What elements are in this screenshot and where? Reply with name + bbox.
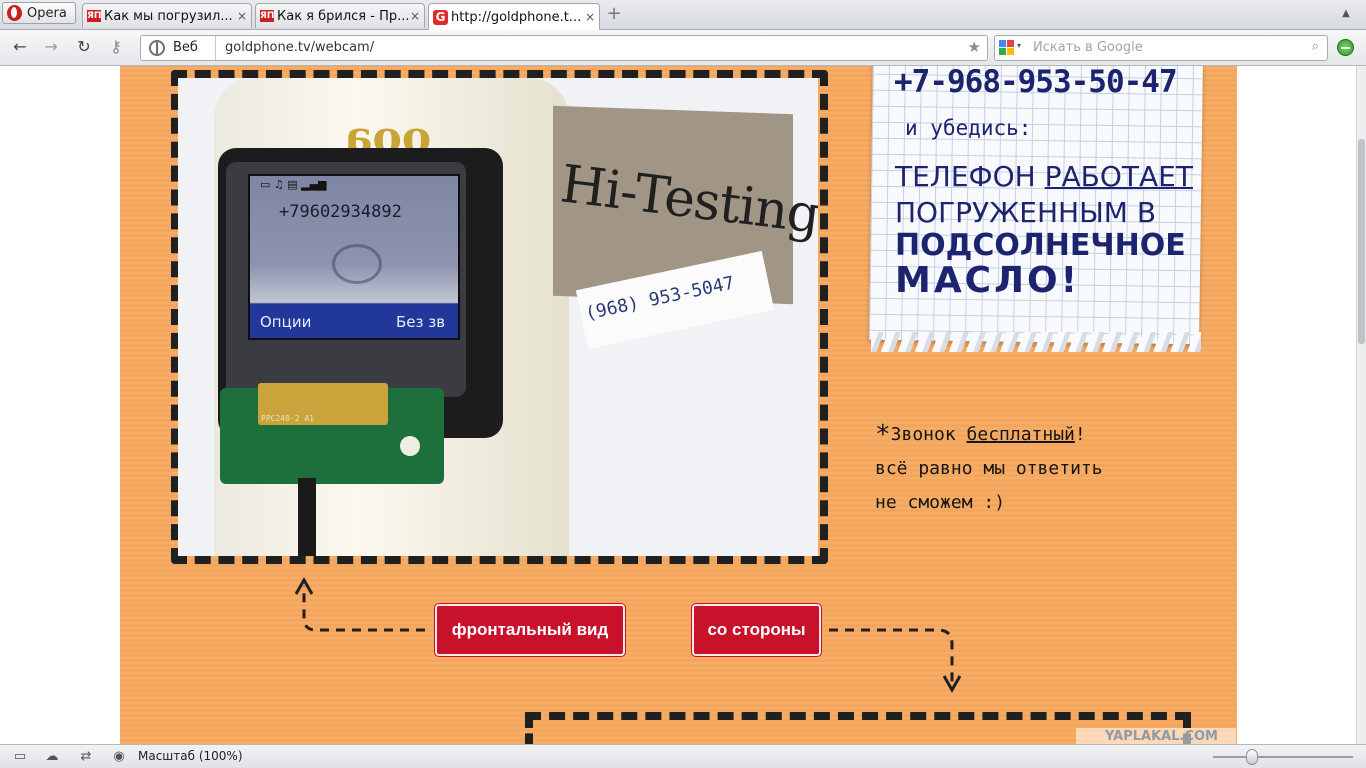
panel-toggle-icon[interactable]: ▭ [12,749,28,765]
status-bar: ▭ ☁ ⇄ ◉ Масштаб (100%) [0,744,1366,768]
tab-yaplakal-1[interactable]: ЯП Как мы погрузил... × [82,3,252,28]
search-icon[interactable]: ⌕ [1312,39,1319,54]
url-divider [215,36,216,60]
url-field[interactable]: Веб goldphone.tv/webcam/ ★ [140,35,988,61]
zoom-slider-knob[interactable] [1246,749,1258,765]
side-view-button[interactable]: со стороны [692,604,821,656]
search-field[interactable]: ▾ Искать в Google ⌕ [994,35,1328,61]
yaplakal-watermark: YAPLAKAL.COM [1076,728,1236,744]
address-toolbar: ← → ↻ ⚷ Веб goldphone.tv/webcam/ ★ ▾ Иск… [0,30,1366,66]
search-placeholder: Искать в Google [1033,40,1143,55]
close-tab-icon[interactable]: × [583,10,597,24]
close-tab-icon[interactable]: × [408,9,422,23]
scrollbar-thumb[interactable] [1358,139,1365,344]
globe-icon [149,40,165,56]
tab-bar: Opera ЯП Как мы погрузил... × ЯП Как я б… [0,0,1366,30]
turbo-icon[interactable]: ◉ [111,749,127,765]
tab-title: http://goldphone.t... [451,9,582,25]
opera-unite-icon[interactable]: ☁ [44,749,60,765]
webcam-page: ooa Hi-Testing (968) 953-5047 ▭ ♫ ▤ ▂▄▆ … [120,66,1237,744]
zoom-slider-track[interactable] [1213,756,1353,758]
new-tab-button[interactable]: + [605,5,623,23]
reload-button[interactable]: ↻ [74,37,94,57]
tab-title: Как я брился - Пр... [277,8,408,24]
opera-link-icon[interactable] [1337,39,1354,56]
tab-goldphone[interactable]: G http://goldphone.t... × [428,3,600,30]
page-viewport: ooa Hi-Testing (968) 953-5047 ▭ ♫ ▤ ▂▄▆ … [0,66,1356,744]
google-icon [999,40,1015,56]
dashed-arrows [294,576,962,694]
goldphone-favicon-icon: G [433,9,448,25]
tab-list-button[interactable]: ▲ [1338,6,1354,22]
forward-button[interactable]: → [41,37,61,57]
zoom-label[interactable]: Масштаб (100%) [138,749,243,763]
yaplakal-favicon-icon: ЯП [260,10,275,22]
tab-title: Как мы погрузил... [104,8,233,24]
close-tab-icon[interactable]: × [235,9,249,23]
yaplakal-favicon-icon: ЯП [87,10,102,22]
site-label: Веб [173,40,198,55]
opera-menu-label: Opera [27,5,67,21]
opera-logo-icon [7,5,22,21]
key-icon[interactable]: ⚷ [106,37,126,57]
opera-link-sync-icon[interactable]: ⇄ [78,749,94,765]
search-engine-dropdown-icon[interactable]: ▾ [1017,41,1021,50]
tab-yaplakal-2[interactable]: ЯП Как я брился - Пр... × [255,3,425,28]
bookmark-star-icon[interactable]: ★ [968,38,981,56]
vertical-scrollbar[interactable] [1356,66,1366,744]
url-text[interactable]: goldphone.tv/webcam/ [225,40,374,55]
front-view-button[interactable]: фронтальный вид [435,604,625,656]
opera-menu-button[interactable]: Opera [2,2,76,24]
back-button[interactable]: ← [10,37,30,57]
